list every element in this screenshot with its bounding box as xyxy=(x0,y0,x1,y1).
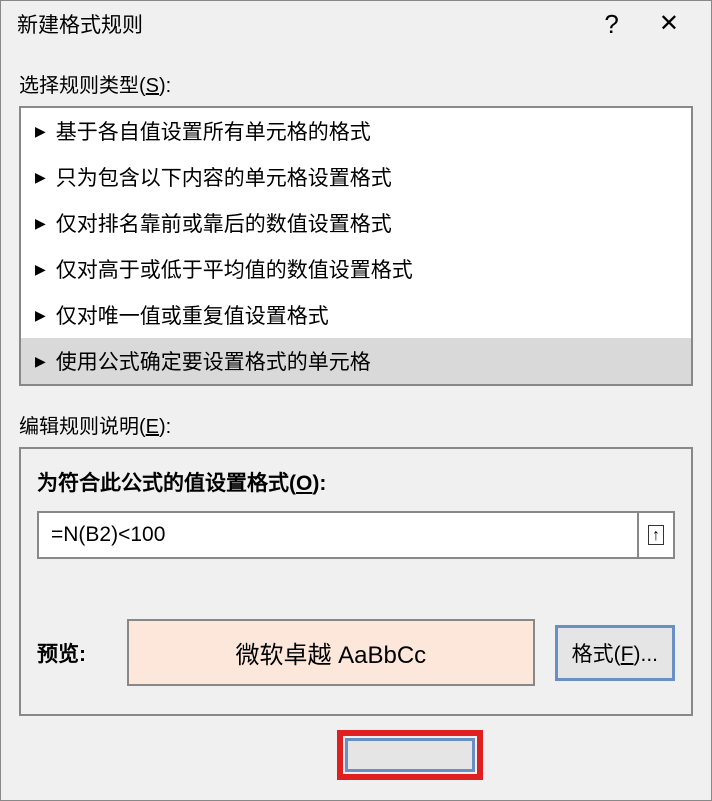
format-button[interactable]: 格式(F)... xyxy=(555,625,675,681)
dialog-body: 选择规则类型(S): ▶ 基于各自值设置所有单元格的格式 ▶ 只为包含以下内容的… xyxy=(1,51,711,800)
dialog-title: 新建格式规则 xyxy=(17,9,143,39)
rule-type-text: 只为包含以下内容的单元格设置格式 xyxy=(56,162,392,192)
close-button[interactable]: ✕ xyxy=(659,12,679,36)
triangle-icon: ▶ xyxy=(35,170,46,184)
preview-label: 预览: xyxy=(37,638,107,668)
rule-type-label: 选择规则类型(S): xyxy=(19,69,693,98)
help-button[interactable]: ? xyxy=(604,11,618,37)
rule-type-list: ▶ 基于各自值设置所有单元格的格式 ▶ 只为包含以下内容的单元格设置格式 ▶ 仅… xyxy=(19,106,693,386)
rule-type-text: 使用公式确定要设置格式的单元格 xyxy=(56,346,371,376)
collapse-dialog-button[interactable]: ↑ xyxy=(637,511,675,559)
formula-input[interactable] xyxy=(37,511,637,559)
arrow-up-icon: ↑ xyxy=(648,525,664,545)
preview-box: 微软卓越 AaBbCc xyxy=(127,619,535,686)
triangle-icon: ▶ xyxy=(35,124,46,138)
rule-type-item[interactable]: ▶ 仅对唯一值或重复值设置格式 xyxy=(21,292,691,338)
triangle-icon: ▶ xyxy=(35,262,46,276)
rule-type-text: 基于各自值设置所有单元格的格式 xyxy=(56,116,371,146)
rule-type-item-selected[interactable]: ▶ 使用公式确定要设置格式的单元格 xyxy=(21,338,691,384)
rule-type-text: 仅对唯一值或重复值设置格式 xyxy=(56,300,329,330)
triangle-icon: ▶ xyxy=(35,354,46,368)
ok-button[interactable] xyxy=(345,738,475,772)
rule-type-item[interactable]: ▶ 仅对高于或低于平均值的数值设置格式 xyxy=(21,246,691,292)
rule-type-text: 仅对排名靠前或靠后的数值设置格式 xyxy=(56,208,392,238)
edit-rule-label: 编辑规则说明(E): xyxy=(19,410,693,439)
titlebar-buttons: ? ✕ xyxy=(604,11,699,37)
ok-highlight xyxy=(337,730,483,780)
triangle-icon: ▶ xyxy=(35,216,46,230)
bottom-button-bar xyxy=(19,730,693,780)
formula-label: 为符合此公式的值设置格式(O): xyxy=(37,467,675,497)
rule-type-item[interactable]: ▶ 只为包含以下内容的单元格设置格式 xyxy=(21,154,691,200)
rule-type-text: 仅对高于或低于平均值的数值设置格式 xyxy=(56,254,413,284)
rule-type-item[interactable]: ▶ 基于各自值设置所有单元格的格式 xyxy=(21,108,691,154)
dialog-window: 新建格式规则 ? ✕ 选择规则类型(S): ▶ 基于各自值设置所有单元格的格式 … xyxy=(0,0,712,801)
formula-row: ↑ xyxy=(37,511,675,559)
triangle-icon: ▶ xyxy=(35,308,46,322)
rule-type-item[interactable]: ▶ 仅对排名靠前或靠后的数值设置格式 xyxy=(21,200,691,246)
cancel-button-area xyxy=(523,730,653,778)
edit-rule-box: 为符合此公式的值设置格式(O): ↑ 预览: 微软卓越 AaBbCc 格式(F)… xyxy=(19,447,693,716)
titlebar: 新建格式规则 ? ✕ xyxy=(1,1,711,51)
preview-row: 预览: 微软卓越 AaBbCc 格式(F)... xyxy=(37,619,675,686)
